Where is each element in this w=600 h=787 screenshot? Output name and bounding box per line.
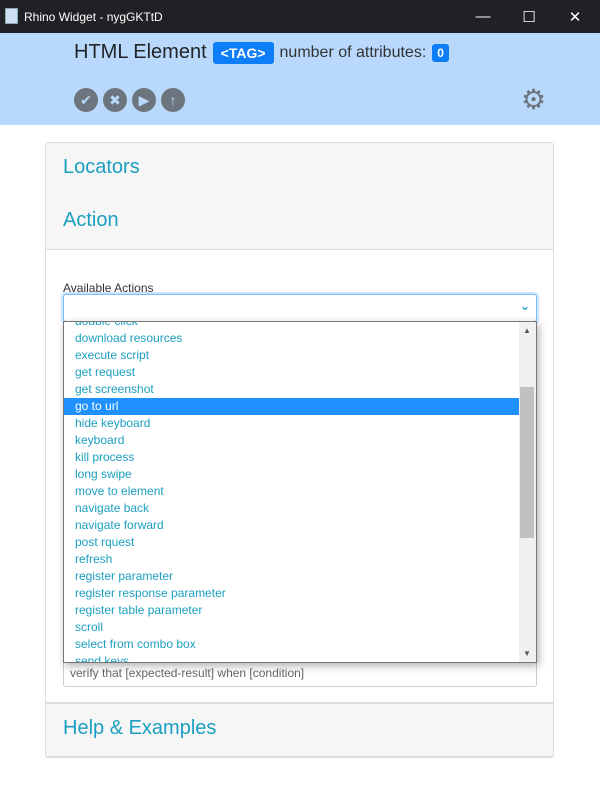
locators-heading[interactable]: Locators: [63, 156, 140, 179]
scroll-down-icon[interactable]: ▼: [523, 649, 531, 658]
title-bar: Rhino Widget - nygGKTtD — ☐ ✕: [0, 0, 600, 33]
dropdown-option[interactable]: send keys: [64, 653, 519, 662]
maximize-button[interactable]: ☐: [506, 0, 552, 33]
dropdown-option[interactable]: register parameter: [64, 568, 519, 585]
dropdown-option[interactable]: register table parameter: [64, 602, 519, 619]
chevron-down-icon: ⌄: [519, 299, 530, 313]
section-locators[interactable]: Locators: [46, 143, 553, 197]
dropdown-option[interactable]: download resources: [64, 330, 519, 347]
scroll-up-icon[interactable]: ▲: [523, 326, 531, 335]
upload-arrow-icon[interactable]: ↑: [161, 88, 185, 112]
section-help[interactable]: Help & Examples: [46, 703, 553, 757]
attributes-count-badge: 0: [432, 43, 449, 62]
section-action[interactable]: Action: [46, 196, 553, 250]
page-title: HTML Element: [74, 41, 207, 63]
tag-badge: <TAG>: [212, 41, 274, 64]
scrollbar[interactable]: ▲ ▼: [519, 322, 536, 662]
actions-dropdown-list[interactable]: double click download resources execute sc…: [63, 321, 537, 663]
dropdown-option[interactable]: scroll: [64, 619, 519, 636]
minimize-button[interactable]: —: [460, 0, 506, 33]
check-icon[interactable]: ✔: [74, 88, 98, 112]
dropdown-option[interactable]: move to element: [64, 483, 519, 500]
app-icon: [5, 8, 18, 24]
available-actions-label: Available Actions: [63, 281, 154, 295]
gears-icon[interactable]: ⚙: [521, 83, 546, 116]
cancel-icon[interactable]: ✖: [103, 88, 127, 112]
dropdown-option[interactable]: navigate back: [64, 500, 519, 517]
window-title: Rhino Widget - nygGKTtD: [24, 10, 163, 24]
play-icon[interactable]: ▶: [132, 88, 156, 112]
dropdown-option[interactable]: go to url: [64, 398, 519, 415]
dropdown-option[interactable]: long swipe: [64, 466, 519, 483]
dropdown-option[interactable]: get request: [64, 364, 519, 381]
dropdown-option[interactable]: keyboard: [64, 432, 519, 449]
dropdown-option[interactable]: select from combo box: [64, 636, 519, 653]
available-actions-select[interactable]: ⌄: [63, 294, 537, 322]
dropdown-option[interactable]: refresh: [64, 551, 519, 568]
scrollbar-thumb[interactable]: [520, 387, 534, 538]
dropdown-option[interactable]: navigate forward: [64, 517, 519, 534]
dropdown-option[interactable]: register response parameter: [64, 585, 519, 602]
help-heading[interactable]: Help & Examples: [63, 717, 216, 740]
description-input[interactable]: verify that [expected-result] when [cond…: [63, 660, 537, 687]
dropdown-option[interactable]: get screenshot: [64, 381, 519, 398]
dropdown-option[interactable]: hide keyboard: [64, 415, 519, 432]
dropdown-option[interactable]: post rquest: [64, 534, 519, 551]
close-button[interactable]: ✕: [552, 0, 598, 33]
attributes-label: number of attributes:: [279, 43, 427, 61]
dropdown-option[interactable]: execute script: [64, 347, 519, 364]
header: HTML Element <TAG> number of attributes:…: [0, 33, 600, 125]
dropdown-option[interactable]: double click: [64, 322, 519, 330]
action-heading[interactable]: Action: [63, 209, 119, 232]
dropdown-option[interactable]: kill process: [64, 449, 519, 466]
